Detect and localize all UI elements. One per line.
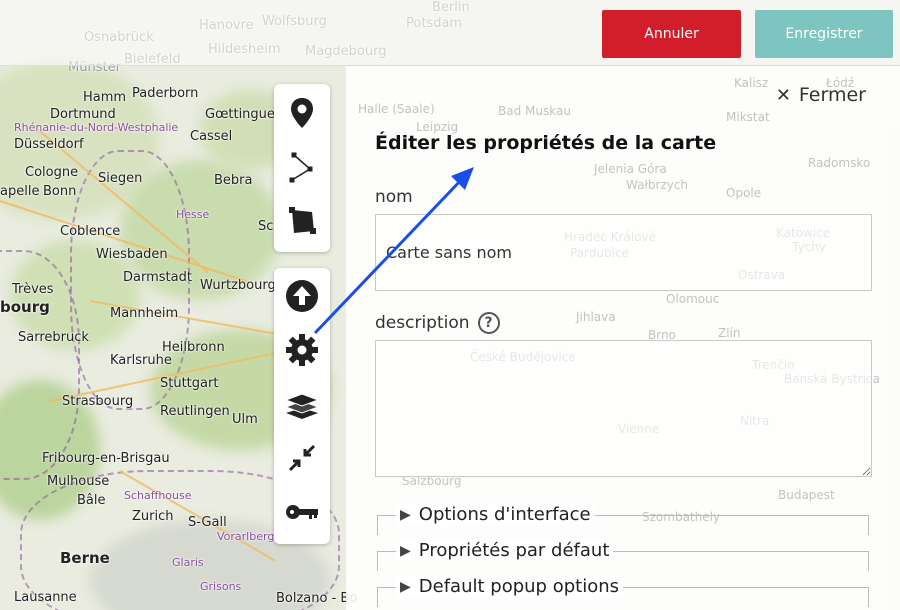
- map-city-label: Lausanne: [14, 590, 77, 605]
- map-city-label: Mannheim: [110, 306, 179, 321]
- map-city-label: Bonn: [43, 184, 77, 199]
- map-city-label: Hamm: [83, 90, 127, 105]
- map-city-label: Grisons: [200, 580, 242, 593]
- interface-options-section[interactable]: ▶ Options d'interface: [377, 504, 869, 535]
- expand-arrow-icon: ▶: [400, 506, 411, 523]
- cancel-button[interactable]: Annuler: [602, 10, 741, 58]
- map-pin-icon: [291, 98, 313, 128]
- save-button[interactable]: Enregistrer: [755, 10, 893, 58]
- map-city-label: Sarrebruck: [18, 330, 89, 345]
- panel-map-label: Opole: [726, 186, 762, 200]
- name-input[interactable]: [375, 214, 872, 291]
- map-city-label: Glaris: [172, 556, 204, 569]
- default-properties-toggle[interactable]: ▶ Propriétés par défaut: [396, 540, 614, 561]
- edit-toolbar: [274, 268, 330, 544]
- interface-options-label: Options d'interface: [418, 504, 591, 525]
- panel-map-label: Mikstat: [726, 110, 770, 124]
- map-city-label: bourg: [0, 298, 50, 316]
- upload-icon: [286, 280, 318, 312]
- close-label: Fermer: [798, 84, 866, 106]
- description-textarea[interactable]: [375, 340, 872, 477]
- map-city-label: Gœttingue: [205, 107, 275, 122]
- panel-map-label: Kalisz: [734, 76, 769, 90]
- polygon-tool-button[interactable]: [274, 196, 330, 246]
- settings-tool-button[interactable]: [274, 325, 330, 375]
- map-city-label: Trèves: [12, 282, 54, 297]
- center-tool-button[interactable]: [274, 433, 330, 483]
- name-label: nom: [375, 187, 413, 207]
- layers-tool-button[interactable]: [274, 379, 330, 429]
- map-city-label: Dortmund: [50, 107, 116, 122]
- map-city-label: Siegen: [98, 171, 143, 186]
- map-city-label: S-Gall: [188, 515, 227, 530]
- map-city-label: Zurich: [132, 509, 174, 524]
- map-city-label: Darmstadt: [123, 270, 192, 285]
- draw-toolbar: [274, 84, 330, 252]
- map-city-label: Rhénanie-du-Nord-Westphalie: [14, 121, 179, 134]
- panel-map-label: Halle (Saale): [358, 102, 435, 116]
- close-icon: ✕: [775, 84, 791, 106]
- description-label-row: description ?: [375, 312, 500, 334]
- gear-icon: [286, 334, 318, 366]
- map-city-label: Paderborn: [132, 86, 199, 101]
- map-city-label: Reutlingen: [160, 404, 230, 419]
- map-city-label: Cologne: [25, 165, 79, 180]
- panel-title: Éditer les propriétés de la carte: [375, 132, 717, 154]
- panel-map-label: Olomouc: [666, 292, 720, 306]
- help-icon[interactable]: ?: [477, 312, 500, 334]
- polyline-icon: [289, 152, 313, 183]
- popup-options-toggle[interactable]: ▶ Default popup options: [396, 576, 623, 597]
- popup-options-label: Default popup options: [418, 576, 619, 597]
- panel-map-label: Jelenia Góra: [594, 162, 667, 176]
- key-icon: [286, 505, 318, 519]
- expand-arrow-icon: ▶: [400, 542, 411, 559]
- map-city-label: Cassel: [190, 129, 233, 144]
- description-label: description: [375, 313, 470, 333]
- permissions-tool-button[interactable]: [274, 487, 330, 537]
- map-city-label: Bebra: [214, 173, 253, 188]
- panel-map-label: Wałbrzych: [626, 178, 689, 192]
- marker-tool-button[interactable]: [274, 88, 330, 138]
- polyline-tool-button[interactable]: [274, 142, 330, 192]
- panel-map-label: Bad Muskau: [498, 104, 571, 118]
- map-city-label: Düsseldorf: [14, 137, 84, 152]
- import-tool-button[interactable]: [274, 271, 330, 321]
- top-bar: Annuler Enregistrer: [0, 0, 900, 66]
- interface-options-toggle[interactable]: ▶ Options d'interface: [396, 504, 595, 525]
- default-properties-section[interactable]: ▶ Propriétés par défaut: [377, 540, 869, 571]
- map-city-label: Coblence: [60, 224, 121, 239]
- map-city-label: apelle: [0, 184, 40, 199]
- map-city-label: Schaffhouse: [124, 489, 192, 502]
- polygon-icon: [289, 207, 316, 234]
- default-properties-label: Propriétés par défaut: [418, 540, 610, 561]
- panel-map-label: Radomsko: [808, 156, 871, 170]
- panel-map-label: Jihlava: [576, 310, 616, 324]
- edit-map-properties-panel: Halle (Saale) Bad Muskau Kalisz Łódź Leipzig…: [346, 66, 900, 610]
- popup-options-section[interactable]: ▶ Default popup options: [377, 576, 869, 607]
- expand-arrow-icon: ▶: [400, 578, 411, 595]
- map-city-label: Strasbourg: [62, 394, 134, 409]
- map-city-label: Wiesbaden: [96, 247, 168, 262]
- map-city-label: Fribourg-en-Brisgau: [42, 451, 170, 466]
- close-button[interactable]: ✕ Fermer: [776, 84, 866, 106]
- map-city-label: Berne: [60, 549, 110, 567]
- map-city-label: Ulm: [232, 412, 258, 427]
- map-city-label: Stuttgart: [160, 376, 219, 391]
- layers-icon: [284, 393, 320, 419]
- compress-icon: [288, 444, 316, 472]
- map-city-label: Vorarlberg: [217, 530, 275, 543]
- map-city-label: Bâle: [77, 493, 106, 508]
- panel-map-label: Zlín: [718, 326, 741, 340]
- map-city-label: Mulhouse: [47, 474, 110, 489]
- map-city-label: Hesse: [176, 208, 210, 221]
- panel-map-label: Budapest: [778, 488, 835, 502]
- map-city-label: Wurtzbourg: [200, 278, 276, 293]
- map-city-label: Karlsruhe: [110, 353, 172, 368]
